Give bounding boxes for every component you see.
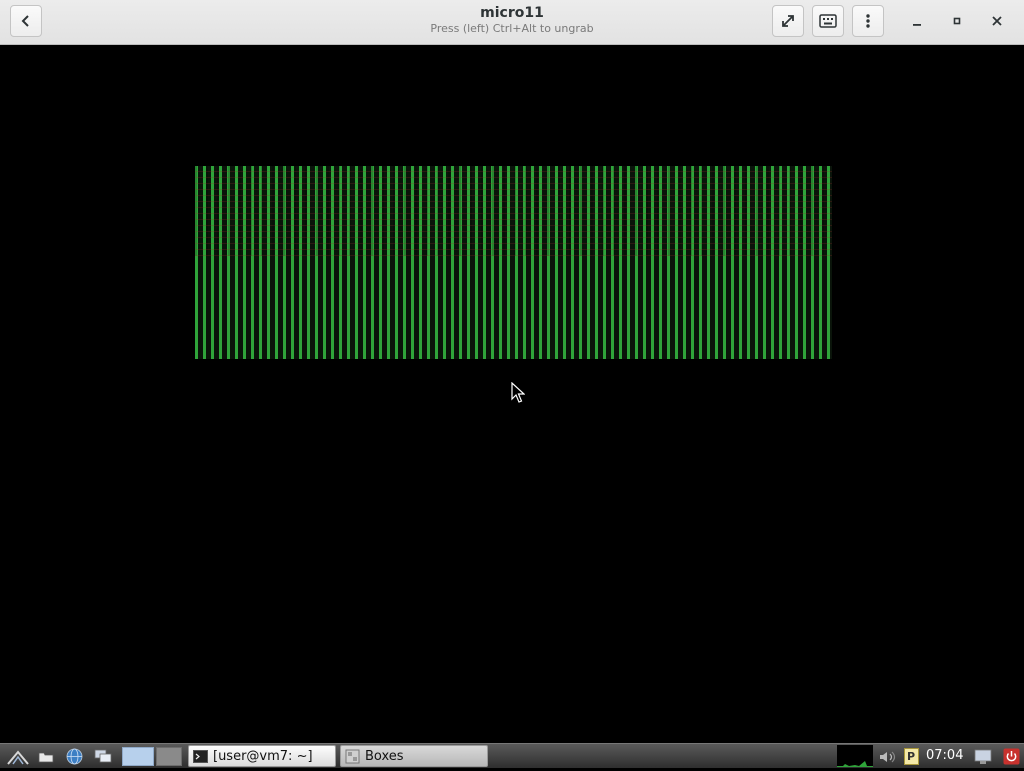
close-icon [992,16,1002,26]
folder-icon [38,752,54,762]
workspace-2[interactable] [156,747,182,766]
terminal-icon [193,749,208,763]
menu-button[interactable] [852,5,884,37]
back-button[interactable] [10,5,42,37]
minimize-button[interactable] [902,5,932,37]
mouse-pointer-icon [511,381,526,408]
task-boxes-label: Boxes [365,748,404,764]
more-vertical-icon [866,14,870,28]
maximize-icon [953,17,961,25]
tray-p-button[interactable]: P [902,747,920,766]
show-desktop-launcher[interactable] [93,747,113,766]
start-menu-button[interactable] [5,747,31,766]
monitor-icon [974,749,992,764]
fullscreen-icon [782,15,794,27]
back-arrow-icon [21,15,29,27]
close-button[interactable] [982,5,1012,37]
window-subtitle: Press (left) Ctrl+Alt to ungrab [430,22,594,35]
headerbar: micro11 Press (left) Ctrl+Alt to ungrab [0,0,1024,45]
windows-icon [94,749,112,763]
logout-button[interactable] [1000,747,1022,766]
tray-p-icon: P [903,748,919,765]
vm-glitch-noise [195,166,832,256]
window-title: micro11 [480,5,544,21]
power-icon [1003,748,1019,765]
speaker-icon [880,751,896,762]
fullscreen-button[interactable] [772,5,804,37]
cpu-monitor [837,745,873,767]
keyboard-button[interactable] [812,5,844,37]
file-manager-launcher[interactable] [36,747,56,766]
task-terminal[interactable]: [user@vm7: ~] [188,745,336,767]
keyboard-icon [819,14,837,28]
minimize-icon [913,24,921,26]
boxes-icon [345,749,360,763]
maximize-button[interactable] [942,5,972,37]
network-tray[interactable] [973,747,993,766]
workspace-1[interactable] [122,747,154,766]
browser-launcher[interactable] [64,747,84,766]
start-menu-icon [7,749,29,765]
cpu-graph-icon [837,761,873,767]
title-area: micro11 Press (left) Ctrl+Alt to ungrab [312,4,712,36]
task-terminal-label: [user@vm7: ~] [213,748,313,764]
clock[interactable]: 07:04 [926,747,963,765]
globe-icon [66,748,82,765]
task-boxes[interactable]: Boxes [340,745,488,767]
taskbar: [user@vm7: ~] Boxes P 07:04 [0,743,1024,768]
volume-tray[interactable] [878,747,898,766]
